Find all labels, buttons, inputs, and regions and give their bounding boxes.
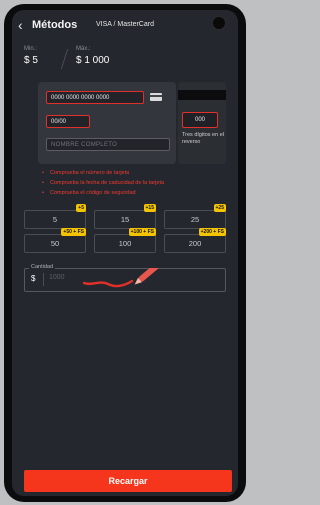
amount-option-50[interactable]: 50 +50 + FS <box>24 228 86 253</box>
currency-symbol: $ <box>31 274 36 283</box>
max-value: $ 1 000 <box>76 55 110 66</box>
amount-value: 100 <box>118 239 132 248</box>
bonus-badge: +15 <box>143 204 156 212</box>
error-security-code: Comprueba el código de seguridad <box>42 190 232 197</box>
pen-scribble-icon <box>82 268 165 288</box>
bonus-badge: +5 <box>76 204 86 212</box>
amount-value: 15 <box>120 215 130 224</box>
payment-method-name: VISA / MasterCard <box>96 21 154 28</box>
magnetic-stripe <box>178 90 226 100</box>
deposit-limits: Min.: $ 5 Máx.: $ 1 000 <box>24 46 204 76</box>
validation-errors: Comprueba el número de tarjeta Comprueba… <box>42 170 232 200</box>
bonus-badge: +200 + FS <box>198 228 226 236</box>
amount-option-100[interactable]: 100 +100 + FS <box>94 228 156 253</box>
amount-option-200[interactable]: 200 +200 + FS <box>164 228 226 253</box>
expiry-date-input[interactable]: 00/00 <box>46 115 90 128</box>
amount-option-25[interactable]: 25 +25 <box>164 204 226 229</box>
amount-input[interactable]: 1000 <box>49 274 65 281</box>
page-title: Métodos <box>32 19 78 31</box>
app-screen: ‹ Métodos VISA / MasterCard Min.: $ 5 Má… <box>12 10 238 496</box>
phone-frame: ‹ Métodos VISA / MasterCard Min.: $ 5 Má… <box>4 4 246 502</box>
amount-option-15[interactable]: 15 +15 <box>94 204 156 229</box>
bonus-badge: +25 <box>213 204 226 212</box>
amount-value: 200 <box>188 239 202 248</box>
max-label: Máx.: <box>76 46 91 52</box>
card-back: 000 Tres dígitos en el reverso <box>178 82 226 164</box>
amount-value: 50 <box>50 239 60 248</box>
amount-label: Cantidad <box>29 264 56 270</box>
amount-value: 5 <box>52 215 58 224</box>
amount-option-5[interactable]: 5 +5 <box>24 204 86 229</box>
bonus-badge: +50 + FS <box>61 228 86 236</box>
credit-card-icon <box>150 93 162 101</box>
min-value: $ 5 <box>24 55 38 66</box>
cvv-hint: Tres dígitos en el reverso <box>182 132 224 145</box>
recharge-button[interactable]: Recargar <box>24 470 232 492</box>
bonus-badge: +100 + FS <box>128 228 156 236</box>
header-bar: ‹ Métodos VISA / MasterCard <box>12 16 238 36</box>
card-number-input[interactable]: 0000 0000 0000 0000 <box>46 91 144 104</box>
error-expiry-date: Comprueba la fecha de caducidad de la ta… <box>42 180 232 187</box>
cvv-input[interactable]: 000 <box>182 112 218 128</box>
back-arrow-icon[interactable]: ‹ <box>18 17 32 33</box>
limits-separator <box>60 49 69 69</box>
amount-divider <box>43 273 44 286</box>
card-front: 0000 0000 0000 0000 00/00 NOMBRE COMPLET… <box>38 82 176 164</box>
error-card-number: Comprueba el número de tarjeta <box>42 170 232 177</box>
min-label: Min.: <box>24 46 38 52</box>
cardholder-name-input[interactable]: NOMBRE COMPLETO <box>46 138 170 151</box>
amount-value: 25 <box>190 215 200 224</box>
